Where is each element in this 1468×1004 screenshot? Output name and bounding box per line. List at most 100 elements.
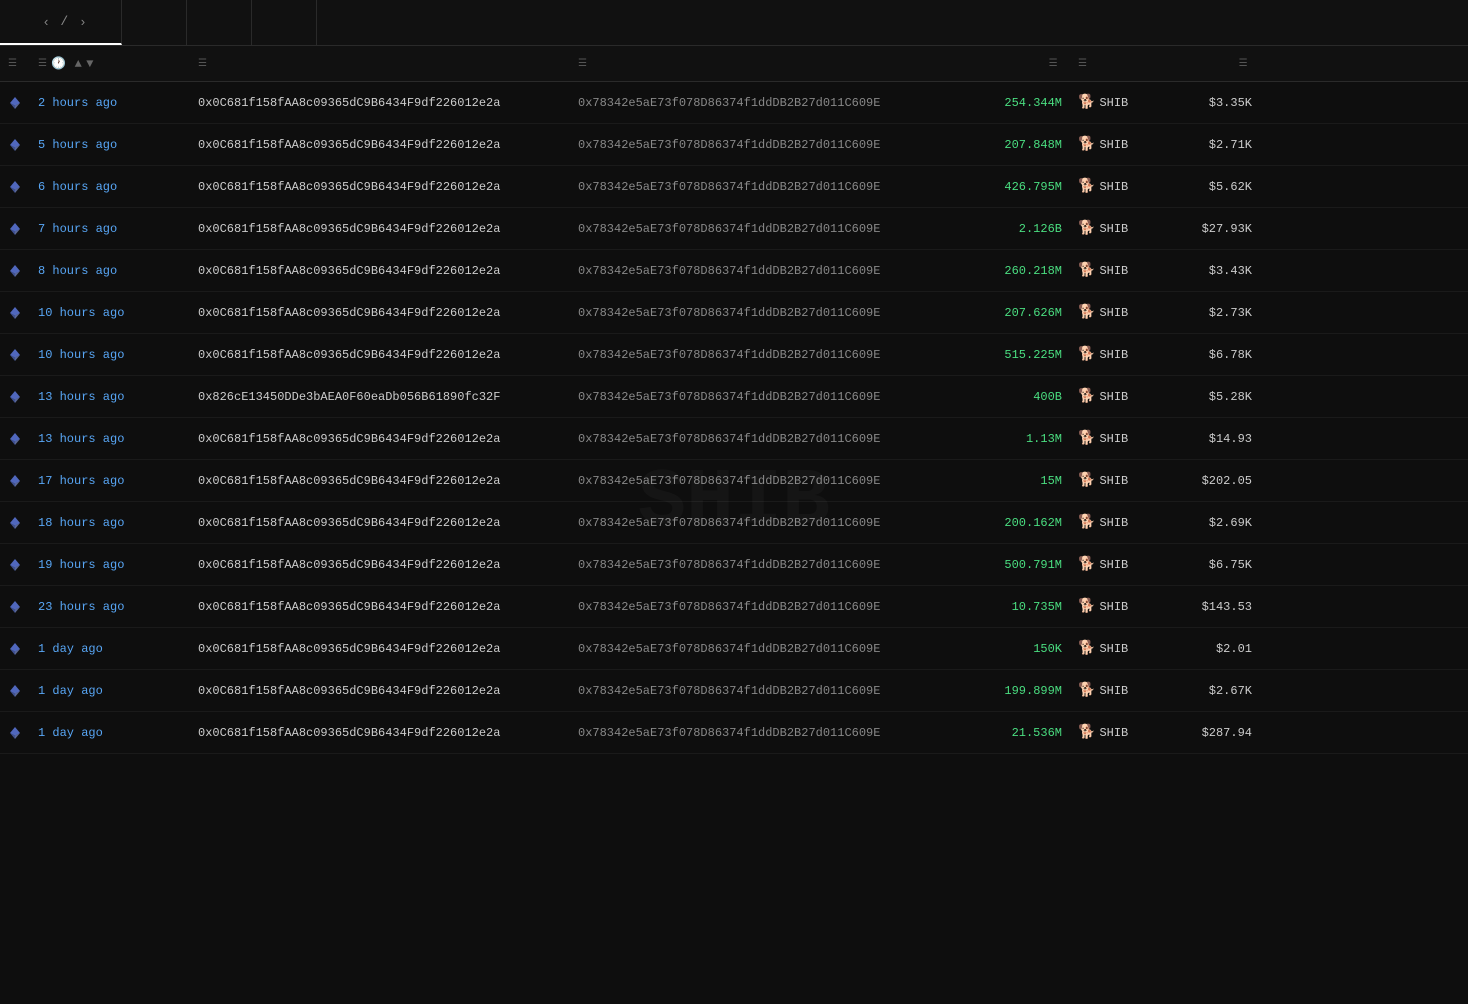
col-header-token[interactable]: ☰ bbox=[1070, 46, 1170, 81]
usd-value: $287.94 bbox=[1170, 714, 1260, 752]
transaction-time: 10 hours ago bbox=[30, 336, 190, 374]
to-address[interactable]: 0x78342e5aE73f078D86374f1ddDB2B27d011C60… bbox=[570, 420, 960, 458]
to-address[interactable]: 0x78342e5aE73f078D86374f1ddDB2B27d011C60… bbox=[570, 378, 960, 416]
table-row[interactable]: 8 hours ago 0x0C681f158fAA8c09365dC9B643… bbox=[0, 250, 1468, 292]
from-address[interactable]: 0x0C681f158fAA8c09365dC9B6434F9df226012e… bbox=[190, 84, 570, 122]
table-row[interactable]: 7 hours ago 0x0C681f158fAA8c09365dC9B643… bbox=[0, 208, 1468, 250]
transaction-time: 1 day ago bbox=[30, 672, 190, 710]
from-address[interactable]: 0x0C681f158fAA8c09365dC9B6434F9df226012e… bbox=[190, 210, 570, 248]
eth-icon-cell bbox=[0, 84, 30, 122]
col-header-to[interactable]: ☰ bbox=[570, 46, 960, 81]
table-row[interactable]: 17 hours ago 0x0C681f158fAA8c09365dC9B64… bbox=[0, 460, 1468, 502]
table-row[interactable]: 1 day ago 0x0C681f158fAA8c09365dC9B6434F… bbox=[0, 670, 1468, 712]
transaction-time: 7 hours ago bbox=[30, 210, 190, 248]
table-row[interactable]: 18 hours ago 0x0C681f158fAA8c09365dC9B64… bbox=[0, 502, 1468, 544]
token-value: 10.735M bbox=[960, 588, 1070, 626]
token-value: 200.162M bbox=[960, 504, 1070, 542]
to-address[interactable]: 0x78342e5aE73f078D86374f1ddDB2B27d011C60… bbox=[570, 294, 960, 332]
usd-value: $6.75K bbox=[1170, 546, 1260, 584]
to-address[interactable]: 0x78342e5aE73f078D86374f1ddDB2B27d011C60… bbox=[570, 546, 960, 584]
to-address[interactable]: 0x78342e5aE73f078D86374f1ddDB2B27d011C60… bbox=[570, 630, 960, 668]
transactions-tab[interactable]: ‹ / › bbox=[0, 0, 122, 45]
filter-icon-time: ☰ bbox=[38, 58, 47, 70]
ethereum-icon bbox=[8, 726, 22, 740]
from-address[interactable]: 0x826cE13450DDe3bAEA0F60eaDb056B61890fc3… bbox=[190, 378, 570, 416]
ethereum-icon bbox=[8, 348, 22, 362]
usd-value: $27.93K bbox=[1170, 210, 1260, 248]
ethereum-icon bbox=[8, 516, 22, 530]
table-row[interactable]: 13 hours ago 0x826cE13450DDe3bAEA0F60eaD… bbox=[0, 376, 1468, 418]
from-address[interactable]: 0x0C681f158fAA8c09365dC9B6434F9df226012e… bbox=[190, 336, 570, 374]
token-name: 🐕 SHIB bbox=[1070, 670, 1170, 711]
outflow-tab[interactable] bbox=[252, 0, 317, 45]
transaction-time: 1 day ago bbox=[30, 630, 190, 668]
usd-value: $2.01 bbox=[1170, 630, 1260, 668]
inflow-tab[interactable] bbox=[187, 0, 252, 45]
from-address[interactable]: 0x0C681f158fAA8c09365dC9B6434F9df226012e… bbox=[190, 504, 570, 542]
column-headers: ☰ ☰ 🕐 ▲ ▼ ☰ ☰ ☰ ☰ ☰ bbox=[0, 46, 1468, 82]
col-header-usd[interactable]: ☰ bbox=[1170, 46, 1260, 81]
eth-icon-cell bbox=[0, 714, 30, 752]
from-address[interactable]: 0x0C681f158fAA8c09365dC9B6434F9df226012e… bbox=[190, 252, 570, 290]
table-row[interactable]: 1 day ago 0x0C681f158fAA8c09365dC9B6434F… bbox=[0, 712, 1468, 754]
table-row[interactable]: 23 hours ago 0x0C681f158fAA8c09365dC9B64… bbox=[0, 586, 1468, 628]
to-address[interactable]: 0x78342e5aE73f078D86374f1ddDB2B27d011C60… bbox=[570, 84, 960, 122]
from-address[interactable]: 0x0C681f158fAA8c09365dC9B6434F9df226012e… bbox=[190, 672, 570, 710]
col-header-time[interactable]: ☰ 🕐 ▲ ▼ bbox=[30, 46, 190, 81]
usd-value: $3.43K bbox=[1170, 252, 1260, 290]
to-address[interactable]: 0x78342e5aE73f078D86374f1ddDB2B27d011C60… bbox=[570, 336, 960, 374]
transaction-time: 17 hours ago bbox=[30, 462, 190, 500]
to-address[interactable]: 0x78342e5aE73f078D86374f1ddDB2B27d011C60… bbox=[570, 210, 960, 248]
usd-value: $202.05 bbox=[1170, 462, 1260, 500]
token-name: 🐕 SHIB bbox=[1070, 586, 1170, 627]
col-header-from[interactable]: ☰ bbox=[190, 46, 570, 81]
from-address[interactable]: 0x0C681f158fAA8c09365dC9B6434F9df226012e… bbox=[190, 126, 570, 164]
eth-icon-cell bbox=[0, 504, 30, 542]
from-address[interactable]: 0x0C681f158fAA8c09365dC9B6434F9df226012e… bbox=[190, 630, 570, 668]
token-value: 150K bbox=[960, 630, 1070, 668]
table-row[interactable]: 10 hours ago 0x0C681f158fAA8c09365dC9B64… bbox=[0, 292, 1468, 334]
shib-icon: 🐕 bbox=[1078, 556, 1095, 573]
token-name: 🐕 SHIB bbox=[1070, 376, 1170, 417]
to-address[interactable]: 0x78342e5aE73f078D86374f1ddDB2B27d011C60… bbox=[570, 714, 960, 752]
swaps-tab[interactable] bbox=[122, 0, 187, 45]
usd-value: $5.28K bbox=[1170, 378, 1260, 416]
top-navigation: ‹ / › bbox=[0, 0, 1468, 46]
from-address[interactable]: 0x0C681f158fAA8c09365dC9B6434F9df226012e… bbox=[190, 168, 570, 206]
to-address[interactable]: 0x78342e5aE73f078D86374f1ddDB2B27d011C60… bbox=[570, 126, 960, 164]
to-address[interactable]: 0x78342e5aE73f078D86374f1ddDB2B27d011C60… bbox=[570, 168, 960, 206]
usd-value: $2.73K bbox=[1170, 294, 1260, 332]
token-name: 🐕 SHIB bbox=[1070, 82, 1170, 123]
ethereum-icon bbox=[8, 600, 22, 614]
transaction-time: 13 hours ago bbox=[30, 420, 190, 458]
prev-page-button[interactable]: ‹ bbox=[40, 12, 52, 31]
table-row[interactable]: 5 hours ago 0x0C681f158fAA8c09365dC9B643… bbox=[0, 124, 1468, 166]
from-address[interactable]: 0x0C681f158fAA8c09365dC9B6434F9df226012e… bbox=[190, 420, 570, 458]
table-row[interactable]: 1 day ago 0x0C681f158fAA8c09365dC9B6434F… bbox=[0, 628, 1468, 670]
table-row[interactable]: 6 hours ago 0x0C681f158fAA8c09365dC9B643… bbox=[0, 166, 1468, 208]
token-value: 1.13M bbox=[960, 420, 1070, 458]
from-address[interactable]: 0x0C681f158fAA8c09365dC9B6434F9df226012e… bbox=[190, 294, 570, 332]
dropdown-icon-time: ▼ bbox=[86, 57, 94, 71]
transaction-time: 19 hours ago bbox=[30, 546, 190, 584]
col-header-value[interactable]: ☰ bbox=[960, 46, 1070, 81]
from-address[interactable]: 0x0C681f158fAA8c09365dC9B6434F9df226012e… bbox=[190, 714, 570, 752]
token-value: 500.791M bbox=[960, 546, 1070, 584]
table-row[interactable]: 13 hours ago 0x0C681f158fAA8c09365dC9B64… bbox=[0, 418, 1468, 460]
from-address[interactable]: 0x0C681f158fAA8c09365dC9B6434F9df226012e… bbox=[190, 546, 570, 584]
shib-icon: 🐕 bbox=[1078, 430, 1095, 447]
transactions-table: 2 hours ago 0x0C681f158fAA8c09365dC9B643… bbox=[0, 82, 1468, 754]
table-row[interactable]: 2 hours ago 0x0C681f158fAA8c09365dC9B643… bbox=[0, 82, 1468, 124]
to-address[interactable]: 0x78342e5aE73f078D86374f1ddDB2B27d011C60… bbox=[570, 672, 960, 710]
to-address[interactable]: 0x78342e5aE73f078D86374f1ddDB2B27d011C60… bbox=[570, 462, 960, 500]
to-address[interactable]: 0x78342e5aE73f078D86374f1ddDB2B27d011C60… bbox=[570, 504, 960, 542]
to-address[interactable]: 0x78342e5aE73f078D86374f1ddDB2B27d011C60… bbox=[570, 588, 960, 626]
col-header-icon: ☰ bbox=[0, 46, 30, 81]
token-value: 207.626M bbox=[960, 294, 1070, 332]
to-address[interactable]: 0x78342e5aE73f078D86374f1ddDB2B27d011C60… bbox=[570, 252, 960, 290]
table-row[interactable]: 19 hours ago 0x0C681f158fAA8c09365dC9B64… bbox=[0, 544, 1468, 586]
table-row[interactable]: 10 hours ago 0x0C681f158fAA8c09365dC9B64… bbox=[0, 334, 1468, 376]
from-address[interactable]: 0x0C681f158fAA8c09365dC9B6434F9df226012e… bbox=[190, 462, 570, 500]
next-page-button[interactable]: › bbox=[77, 12, 89, 31]
from-address[interactable]: 0x0C681f158fAA8c09365dC9B6434F9df226012e… bbox=[190, 588, 570, 626]
